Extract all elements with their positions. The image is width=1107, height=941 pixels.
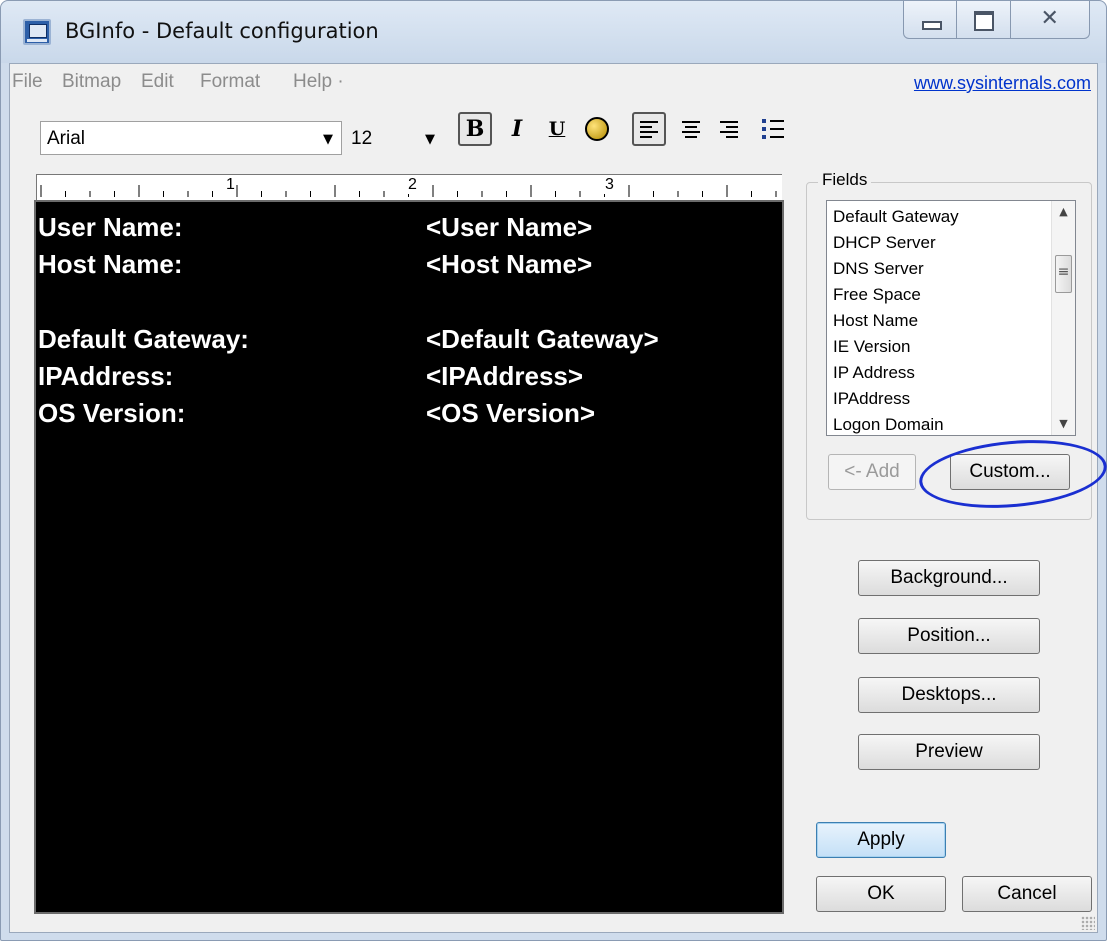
editor-value-ipaddress: <IPAddress>	[426, 361, 584, 391]
list-item[interactable]: DNS Server	[833, 259, 924, 279]
menu-help[interactable]: Help ·	[293, 71, 344, 93]
list-item[interactable]: Free Space	[833, 285, 921, 305]
bginfo-app-icon	[23, 19, 51, 45]
preview-button[interactable]: Preview	[858, 734, 1040, 770]
window-title: BGInfo - Default configuration	[65, 19, 379, 43]
list-item[interactable]: IPAddress	[833, 389, 910, 409]
list-item[interactable]: IE Version	[833, 337, 911, 357]
underline-icon: U	[548, 118, 566, 140]
fields-listbox[interactable]: Default Gateway DHCP Server DNS Server F…	[826, 200, 1076, 436]
bold-button[interactable]: B	[458, 112, 492, 146]
editor-label-host-name: Host Name:	[38, 249, 183, 279]
align-right-icon	[720, 120, 738, 138]
align-center-button[interactable]	[674, 112, 708, 146]
info-editor[interactable]: User Name: <User Name> Host Name: <Host …	[34, 200, 784, 914]
font-name-value: Arial	[47, 128, 86, 149]
menu-file[interactable]: File	[12, 71, 43, 93]
editor-label-os-version: OS Version:	[38, 398, 186, 428]
add-field-button[interactable]: <- Add	[828, 454, 916, 490]
list-item[interactable]: DHCP Server	[833, 233, 936, 253]
resize-grip-icon[interactable]	[1081, 916, 1095, 930]
title-bar[interactable]: BGInfo - Default configuration ✕	[1, 1, 1106, 63]
window-controls: ✕	[903, 1, 1090, 39]
align-left-button[interactable]	[632, 112, 666, 146]
bullet-list-icon	[762, 119, 784, 139]
bullet-list-button[interactable]	[756, 112, 790, 146]
minimize-button[interactable]	[904, 1, 958, 38]
list-item[interactable]: IP Address	[833, 363, 915, 383]
sysinternals-link[interactable]: www.sysinternals.com	[914, 73, 1091, 94]
background-button[interactable]: Background...	[858, 560, 1040, 596]
close-icon: ✕	[1040, 6, 1059, 31]
underline-button[interactable]: U	[540, 112, 574, 146]
maximize-button[interactable]	[957, 1, 1011, 38]
fields-scrollbar[interactable]: ▲ ▼	[1051, 201, 1075, 435]
font-name-combo[interactable]: Arial ▼	[40, 121, 342, 155]
list-item[interactable]: Logon Domain	[833, 415, 944, 435]
scrollbar-thumb[interactable]	[1055, 255, 1072, 293]
chevron-down-icon[interactable]: ▼	[421, 131, 439, 149]
bginfo-window: BGInfo - Default configuration ✕ File Bi…	[0, 0, 1107, 941]
italic-icon: I	[511, 116, 523, 142]
chevron-down-icon[interactable]: ▼	[319, 131, 337, 149]
editor-value-host-name: <Host Name>	[426, 249, 593, 279]
position-button[interactable]: Position...	[858, 618, 1040, 654]
menu-edit[interactable]: Edit	[141, 71, 174, 93]
bold-icon: B	[465, 116, 485, 142]
align-right-button[interactable]	[712, 112, 746, 146]
list-item[interactable]: Host Name	[833, 311, 918, 331]
ruler-mark-3: 3	[604, 176, 615, 194]
fields-legend: Fields	[818, 170, 872, 190]
cancel-button[interactable]: Cancel	[962, 876, 1092, 912]
align-left-icon	[640, 120, 658, 138]
scroll-up-arrow-icon[interactable]: ▲	[1052, 201, 1075, 223]
align-center-icon	[682, 120, 700, 138]
font-size-value: 12	[351, 128, 373, 149]
menu-bitmap[interactable]: Bitmap	[62, 71, 121, 93]
editor-label-ipaddress: IPAddress:	[38, 361, 174, 391]
desktops-button[interactable]: Desktops...	[858, 677, 1040, 713]
ok-button[interactable]: OK	[816, 876, 946, 912]
ruler-mark-1: 1	[225, 176, 236, 194]
format-toolbar: Arial ▼ 12 ▼ B I U	[10, 104, 1097, 164]
menu-format[interactable]: Format	[200, 71, 260, 93]
editor-value-default-gateway: <Default Gateway>	[426, 324, 659, 354]
editor-label-user-name: User Name:	[38, 212, 183, 242]
editor-label-default-gateway: Default Gateway:	[38, 324, 249, 354]
editor-value-user-name: <User Name>	[426, 212, 593, 242]
font-size-combo[interactable]: 12 ▼	[346, 121, 444, 155]
italic-button[interactable]: I	[500, 112, 534, 146]
ruler-mark-2: 2	[407, 176, 418, 194]
text-color-button[interactable]	[580, 112, 614, 146]
editor-value-os-version: <OS Version>	[426, 398, 596, 428]
color-icon	[585, 117, 609, 141]
ruler: 1 2 3	[36, 174, 782, 200]
scroll-down-arrow-icon[interactable]: ▼	[1052, 413, 1075, 435]
list-item[interactable]: Default Gateway	[833, 207, 959, 227]
close-button[interactable]: ✕	[1011, 1, 1089, 38]
apply-button[interactable]: Apply	[816, 822, 946, 858]
menu-bar: File Bitmap Edit Format Help · www.sysin…	[10, 64, 1097, 104]
